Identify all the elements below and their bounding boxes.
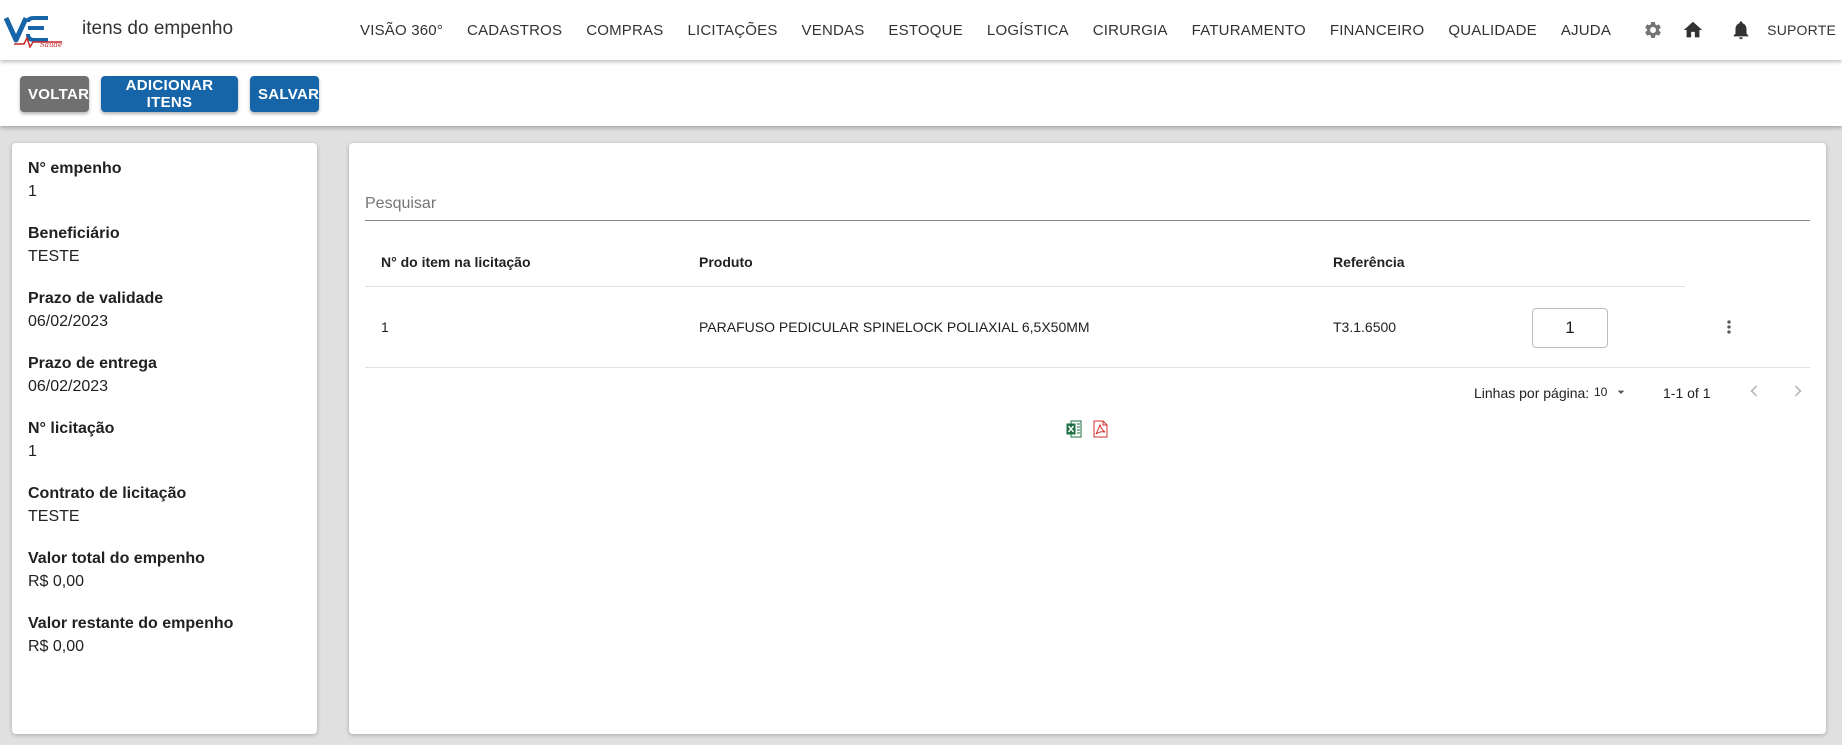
- detail-value: R$ 0,00: [28, 638, 85, 655]
- header-actions: SUPORTE: [1669, 0, 1842, 60]
- detail-label: Valor restante do empenho: [28, 615, 234, 632]
- empenho-details-card: N° empenho 1 Beneficiário TESTE Prazo de…: [12, 143, 317, 734]
- nav-item-compras[interactable]: COMPRAS: [574, 22, 675, 39]
- rows-per-page-label: Linhas por página:: [1474, 385, 1590, 401]
- cell-item: 1: [381, 319, 389, 335]
- nav-item-logistica[interactable]: LOGÍSTICA: [975, 22, 1081, 39]
- detail-label: Prazo de entrega: [28, 355, 157, 372]
- detail-field: Beneficiário TESTE: [28, 224, 301, 268]
- row-menu-button[interactable]: [1717, 315, 1741, 339]
- pagination: Linhas por página: 10 1-1 of 1: [365, 368, 1810, 418]
- detail-value: 06/02/2023: [28, 378, 109, 395]
- vs-saude-logo-icon[interactable]: Saúde: [4, 14, 66, 48]
- user-menu[interactable]: SUPORTE: [1765, 22, 1842, 38]
- page-range: 1-1 of 1: [1663, 385, 1711, 401]
- detail-label: N° empenho: [28, 160, 122, 177]
- detail-value: 06/02/2023: [28, 313, 109, 330]
- detail-field: Contrato de licitação TESTE: [28, 484, 301, 528]
- back-button[interactable]: VOLTAR: [20, 76, 89, 112]
- bell-icon: [1733, 21, 1749, 40]
- nav-item-vendas[interactable]: VENDAS: [790, 22, 877, 39]
- table-header: N° do item na licitação Produto Referênc…: [365, 237, 1685, 287]
- save-button[interactable]: SALVAR: [250, 76, 319, 112]
- add-items-button[interactable]: ADICIONAR ITENS: [101, 76, 238, 112]
- nav-item-faturamento[interactable]: FATURAMENTO: [1180, 22, 1318, 39]
- home-button[interactable]: [1669, 6, 1717, 54]
- quantity-input[interactable]: [1532, 308, 1608, 348]
- detail-label: N° licitação: [28, 420, 115, 437]
- items-table: N° do item na licitação Produto Referênc…: [365, 237, 1810, 368]
- detail-value: TESTE: [28, 248, 80, 265]
- detail-field: Valor restante do empenho R$ 0,00: [28, 614, 301, 658]
- prev-page-button[interactable]: [1742, 379, 1766, 403]
- excel-icon[interactable]: [1066, 420, 1082, 438]
- caret-down-icon: [1618, 390, 1625, 394]
- nav-item-ajuda[interactable]: AJUDA: [1549, 22, 1623, 39]
- export-actions: [1066, 420, 1108, 438]
- nav-item-qualidade[interactable]: QUALIDADE: [1436, 22, 1549, 39]
- detail-label: Valor total do empenho: [28, 550, 205, 567]
- nav-item-licitacoes[interactable]: LICITAÇÕES: [675, 22, 789, 39]
- next-page-button[interactable]: [1786, 379, 1810, 403]
- action-toolbar: VOLTAR ADICIONAR ITENS SALVAR: [0, 60, 1842, 126]
- rows-per-page-value: 10: [1594, 385, 1608, 399]
- nav-item-financeiro[interactable]: FINANCEIRO: [1318, 22, 1437, 39]
- detail-label: Beneficiário: [28, 225, 120, 242]
- main-nav: VISÃO 360° CADASTROS COMPRAS LICITAÇÕES …: [348, 0, 1663, 60]
- detail-field: Prazo de validade 06/02/2023: [28, 289, 301, 333]
- detail-field: N° empenho 1: [28, 159, 301, 203]
- detail-value: 1: [28, 183, 37, 200]
- detail-value: R$ 0,00: [28, 573, 85, 590]
- detail-field: N° licitação 1: [28, 419, 301, 463]
- nav-item-cirurgia[interactable]: CIRURGIA: [1081, 22, 1180, 39]
- svg-text:Saúde: Saúde: [40, 41, 62, 48]
- gear-icon[interactable]: [1643, 20, 1663, 40]
- nav-item-estoque[interactable]: ESTOQUE: [876, 22, 974, 39]
- table-row: 1 PARAFUSO PEDICULAR SPINELOCK POLIAXIAL…: [365, 287, 1810, 368]
- items-card: N° do item na licitação Produto Referênc…: [349, 143, 1826, 734]
- chevron-right-icon: [1794, 385, 1802, 397]
- home-icon: [1684, 21, 1703, 38]
- detail-field: Valor total do empenho R$ 0,00: [28, 549, 301, 593]
- detail-label: Contrato de licitação: [28, 485, 187, 502]
- search-field: [365, 187, 1810, 221]
- column-header-referencia[interactable]: Referência: [1333, 237, 1405, 287]
- detail-value: 1: [28, 443, 37, 460]
- nav-item-cadastros[interactable]: CADASTROS: [455, 22, 574, 39]
- detail-field: Prazo de entrega 06/02/2023: [28, 354, 301, 398]
- page-title: itens do empenho: [82, 18, 234, 39]
- app-bar: Saúde itens do empenho VISÃO 360° CADAST…: [0, 0, 1842, 60]
- column-header-produto[interactable]: Produto: [699, 237, 753, 287]
- notifications-button[interactable]: [1717, 6, 1765, 54]
- detail-value: TESTE: [28, 508, 80, 525]
- chevron-left-icon: [1750, 385, 1758, 397]
- column-header-item[interactable]: N° do item na licitação: [381, 237, 531, 287]
- more-vert-icon: [1727, 320, 1731, 334]
- rows-per-page-select[interactable]: 10: [1594, 382, 1629, 402]
- cell-produto: PARAFUSO PEDICULAR SPINELOCK POLIAXIAL 6…: [699, 319, 1090, 335]
- search-input[interactable]: [365, 187, 1810, 220]
- detail-label: Prazo de validade: [28, 290, 164, 307]
- nav-item-visao-360[interactable]: VISÃO 360°: [348, 22, 455, 39]
- cell-referencia: T3.1.6500: [1333, 319, 1397, 335]
- pdf-icon[interactable]: [1092, 420, 1108, 438]
